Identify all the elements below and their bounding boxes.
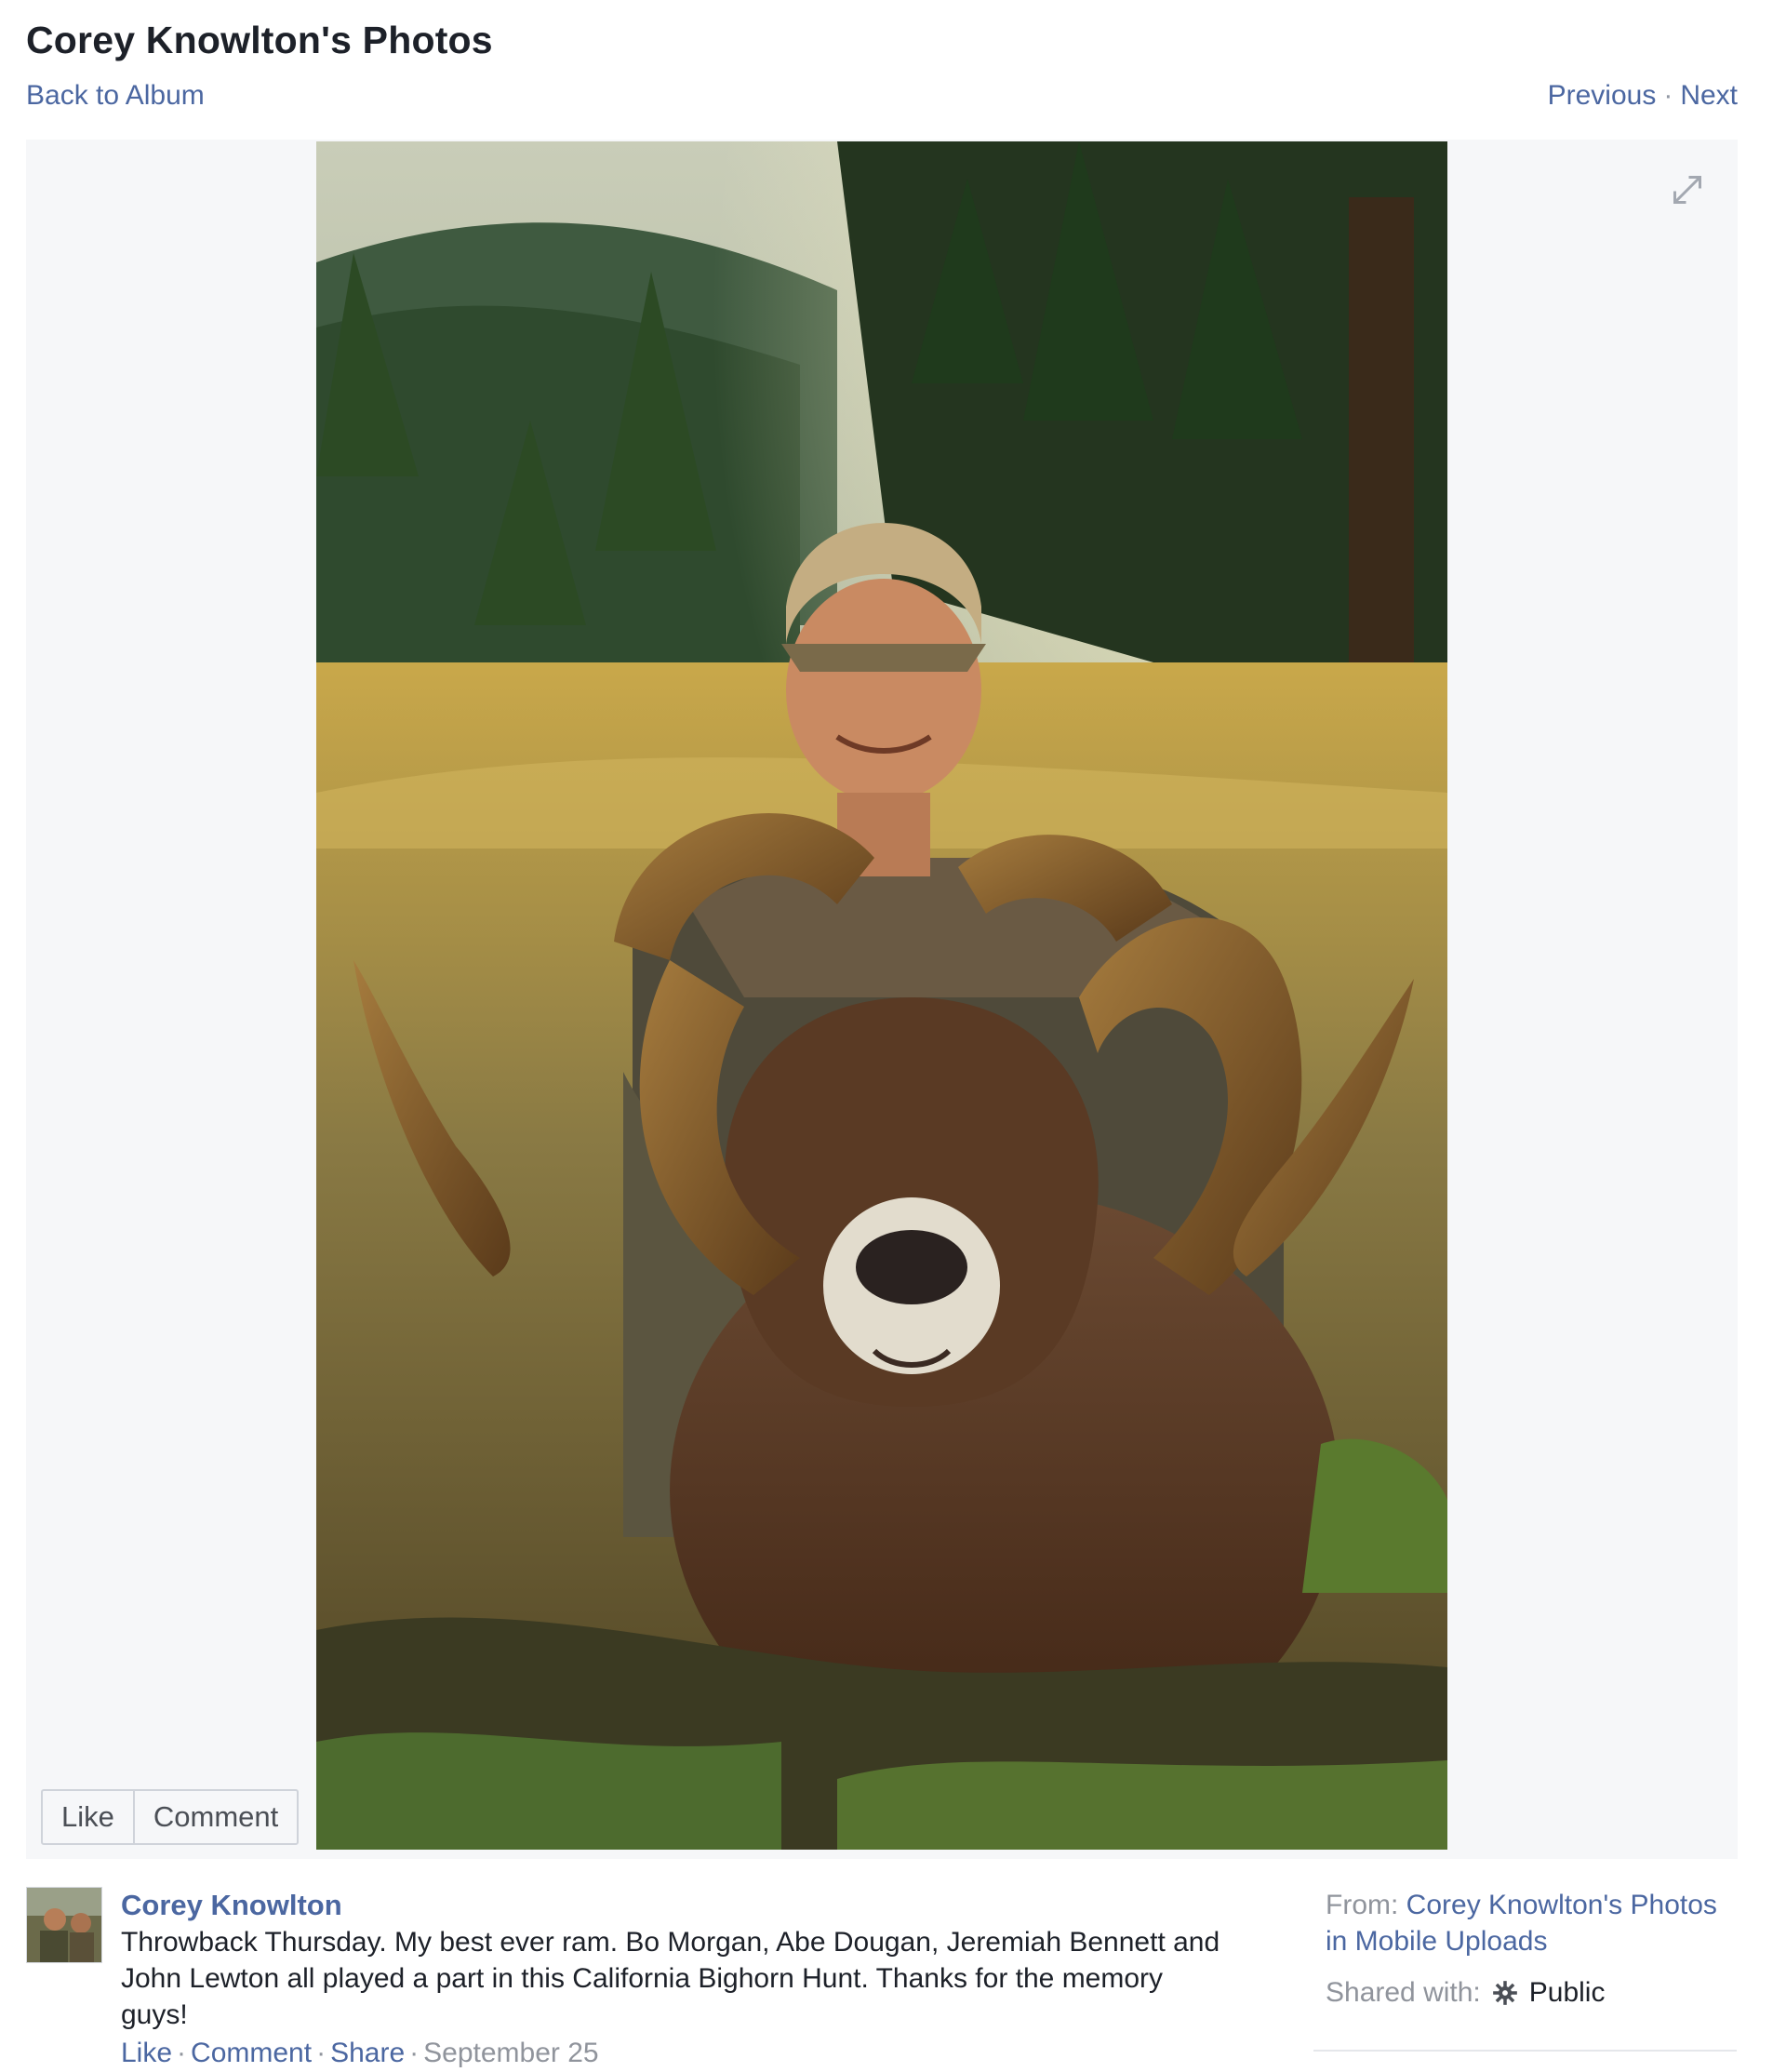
shared-with-row: Shared with: Public xyxy=(1326,1974,1739,2011)
pager: Previous · Next xyxy=(1548,80,1738,112)
previous-link[interactable]: Previous xyxy=(1548,80,1657,111)
post-actions: Like · Comment · Share · September 25 xyxy=(121,2035,1237,2072)
like-link[interactable]: Like xyxy=(121,2038,172,2068)
sidebar-divider xyxy=(1313,2050,1737,2052)
photo-stage: Like Comment xyxy=(26,140,1738,1859)
back-to-album-link[interactable]: Back to Album xyxy=(26,80,205,112)
hunter-with-bighorn-ram-photo[interactable] xyxy=(316,141,1447,1850)
privacy-value[interactable]: Public xyxy=(1529,1974,1606,2011)
photo-comment-button[interactable]: Comment xyxy=(132,1791,297,1843)
from-label: From: xyxy=(1326,1890,1399,1920)
gear-icon[interactable] xyxy=(1492,1980,1518,2006)
avatar-image xyxy=(27,1888,101,1962)
photo-action-box: Like Comment xyxy=(41,1789,300,1845)
pager-separator: · xyxy=(1663,80,1673,111)
expand-icon[interactable] xyxy=(1671,173,1704,207)
post-actions-separator: · xyxy=(316,2038,327,2068)
post-caption: Throwback Thursday. My best ever ram. Bo… xyxy=(121,1927,1220,2030)
photo-info-sidebar: From: Corey Knowlton's Photos in Mobile … xyxy=(1326,1887,1739,2011)
page-title: Corey Knowlton's Photos xyxy=(26,19,493,61)
next-link[interactable]: Next xyxy=(1680,80,1738,111)
share-link[interactable]: Share xyxy=(330,2038,405,2068)
post-actions-separator: · xyxy=(177,2038,187,2068)
post-actions-separator: · xyxy=(409,2038,420,2068)
post-date[interactable]: September 25 xyxy=(423,2038,598,2068)
comment-link[interactable]: Comment xyxy=(191,2038,312,2068)
post-body: Corey Knowlton Throwback Thursday. My be… xyxy=(121,1887,1237,2072)
photo-illustration xyxy=(316,141,1447,1850)
shared-with-label: Shared with: xyxy=(1326,1977,1481,2008)
avatar[interactable] xyxy=(26,1887,102,1963)
from-row: From: Corey Knowlton's Photos in Mobile … xyxy=(1326,1887,1739,1959)
post-author-link[interactable]: Corey Knowlton xyxy=(121,1889,342,1921)
photo-like-button[interactable]: Like xyxy=(43,1791,133,1843)
